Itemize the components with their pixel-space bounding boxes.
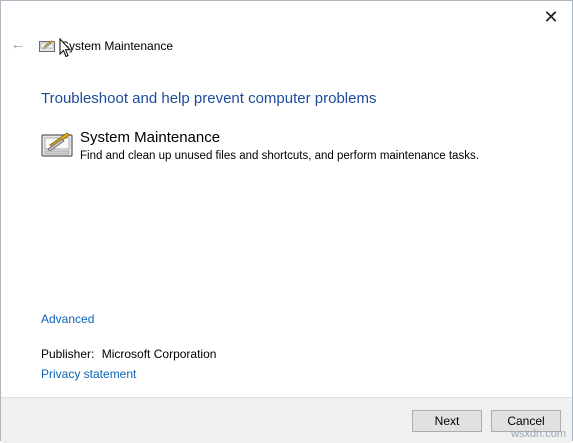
publisher-value: Microsoft Corporation: [101, 347, 217, 361]
maintenance-tools-icon: [41, 132, 73, 157]
privacy-statement-link[interactable]: Privacy statement: [41, 367, 136, 381]
footer-bar: Next Cancel wsxdn.com: [1, 397, 572, 443]
publisher-info: Publisher: Microsoft Corporation: [41, 347, 216, 361]
page-heading: Troubleshoot and help prevent computer p…: [41, 90, 377, 107]
back-button[interactable]: ←: [9, 37, 27, 53]
troubleshooter-window: ✕ ← System Maintenance Troubleshoot and …: [0, 0, 573, 443]
advanced-link[interactable]: Advanced: [41, 312, 94, 326]
maintenance-small-icon: [39, 40, 55, 52]
title-bar: ← System Maintenance: [1, 31, 572, 61]
back-arrow-icon: ←: [10, 36, 26, 53]
mouse-cursor-icon: [59, 38, 71, 58]
troubleshooter-description: Find and clean up unused files and short…: [80, 150, 479, 162]
next-button[interactable]: Next: [412, 410, 482, 432]
watermark-text: wsxdn.com: [510, 428, 566, 440]
close-button[interactable]: ✕: [538, 5, 564, 29]
close-icon: ✕: [543, 6, 559, 27]
publisher-label: Publisher:: [41, 347, 95, 361]
window-title: System Maintenance: [61, 39, 174, 53]
troubleshooter-title: System Maintenance: [80, 129, 221, 146]
